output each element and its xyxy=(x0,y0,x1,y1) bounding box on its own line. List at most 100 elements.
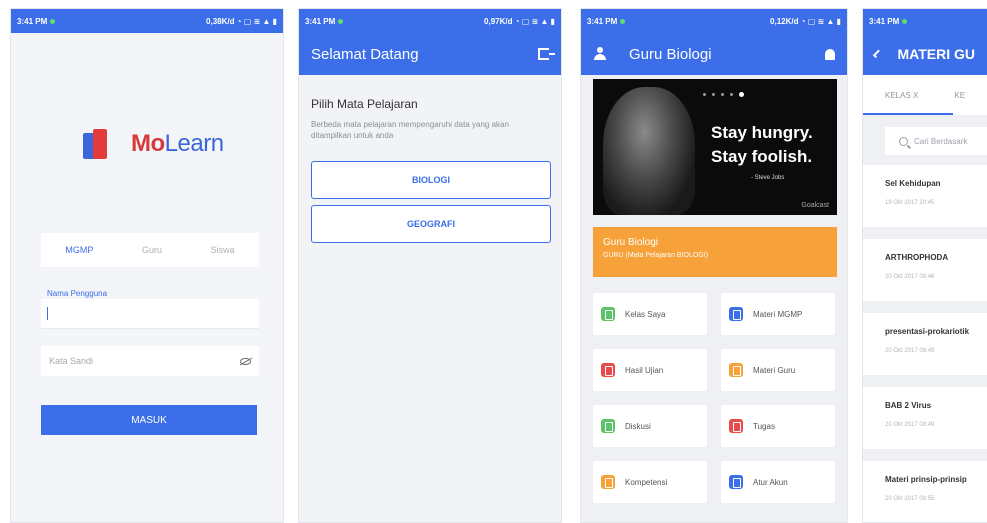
list-item[interactable]: BAB 2 Virus 20 Okt 2017 08:49 xyxy=(863,387,987,449)
menu-kelas-saya[interactable]: Kelas Saya xyxy=(593,293,707,335)
book-logo-icon xyxy=(83,127,109,161)
document-icon xyxy=(729,307,743,321)
role-card: Guru Biologi GURU (Mata Pelajaran BIOLOG… xyxy=(593,227,837,277)
item-date: 20 Okt 2017 08:46 xyxy=(885,274,935,280)
password-placeholder: Kata Sandi xyxy=(49,356,94,366)
logo-learn: Learn xyxy=(164,130,224,157)
document-icon xyxy=(729,363,743,377)
role-tab-siswa[interactable]: Siswa xyxy=(211,245,235,255)
list-item[interactable]: presentasi-prokariotik 20 Okt 2017 08:49 xyxy=(863,313,987,375)
menu-materi-guru[interactable]: Materi Guru xyxy=(721,349,835,391)
menu-label: Materi Guru xyxy=(753,365,796,375)
menu-label: Diskusi xyxy=(625,421,651,431)
home-screen: 3:41 PM 0,12K/d ◔ ▢ ≋ ▲ ▮ Guru Biologi S… xyxy=(580,8,848,523)
app-bar: MATERI GU xyxy=(863,33,987,75)
status-bar: 3:41 PM 0,38K/d ◔ ▢ ≋ ▲ ▮ xyxy=(11,9,283,33)
logo-mo: Mo xyxy=(131,130,165,157)
login-screen: 3:41 PM 0,38K/d ◔ ▢ ≋ ▲ ▮ MoLearn MGMP G… xyxy=(10,8,284,523)
menu-label: Atur Akun xyxy=(753,477,788,487)
search-icon xyxy=(899,136,908,146)
status-indicator-icon xyxy=(50,18,56,24)
item-name: ARTHROPHODA xyxy=(885,253,949,262)
password-input[interactable]: Kata Sandi xyxy=(41,346,259,376)
status-indicator-icon xyxy=(902,18,908,24)
status-bar: 3:41 PM 0,12K/d ◔ ▢ ≋ ▲ ▮ xyxy=(581,9,847,33)
menu-kompetensi[interactable]: Kompetensi xyxy=(593,461,707,503)
carousel-indicator xyxy=(703,92,744,97)
status-right: 0,97K/d ◔ ▢ ≋ ▲ ▮ xyxy=(484,16,555,26)
menu-label: Hasil Ujian xyxy=(625,365,664,375)
menu-tugas[interactable]: Tugas xyxy=(721,405,835,447)
status-right: 0,12K/d ◔ ▢ ≋ ▲ ▮ xyxy=(770,16,841,26)
role-tab-mgmp[interactable]: MGMP xyxy=(65,245,93,255)
status-bar: 3:41 PM xyxy=(863,9,987,33)
app-logo: MoLearn xyxy=(83,127,224,161)
menu-label: Materi MGMP xyxy=(753,309,803,319)
status-indicator-icon xyxy=(338,18,344,24)
status-time: 3:41 PM xyxy=(305,16,336,26)
page-title: Selamat Datang xyxy=(311,45,419,63)
bell-icon[interactable] xyxy=(825,48,835,60)
banner-quote-line2: Stay foolish. xyxy=(711,147,813,166)
status-time: 3:41 PM xyxy=(587,16,618,26)
banner-carousel[interactable]: Stay hungry. Stay foolish. - Steve Jobs … xyxy=(593,79,837,215)
app-bar: Guru Biologi xyxy=(581,33,847,75)
subject-geografi-button[interactable]: GEOGRAFI xyxy=(311,205,551,243)
menu-hasil-ujian[interactable]: Hasil Ujian xyxy=(593,349,707,391)
subject-heading: Pilih Mata Pelajaran xyxy=(311,97,418,111)
search-placeholder: Cari Berdasark xyxy=(914,136,968,146)
app-name: MoLearn xyxy=(131,130,224,158)
chat-icon xyxy=(601,419,615,433)
eye-off-icon[interactable] xyxy=(240,357,251,365)
tab-kelas-x[interactable]: KELAS X xyxy=(885,91,918,100)
item-name: Materi prinsip-prinsip xyxy=(885,475,967,484)
class-tabs: KELAS X KE xyxy=(863,75,987,115)
tab-next[interactable]: KE xyxy=(954,91,965,100)
item-date: 19 Okt 2017 20:45 xyxy=(885,200,935,206)
role-card-title: Guru Biologi xyxy=(603,237,659,248)
page-title: Guru Biologi xyxy=(629,45,712,63)
page-title: MATERI GU xyxy=(897,46,975,62)
logout-icon[interactable] xyxy=(538,48,555,60)
subject-description: Berbeda mata pelajaran mempengaruhi data… xyxy=(311,120,509,140)
app-bar: Selamat Datang xyxy=(299,33,561,75)
search-input[interactable]: Cari Berdasark xyxy=(885,127,987,155)
banner-author: - Steve Jobs xyxy=(751,175,785,181)
menu-label: Kelas Saya xyxy=(625,309,666,319)
status-right: 0,38K/d ◔ ▢ ≋ ▲ ▮ xyxy=(206,16,277,26)
item-name: BAB 2 Virus xyxy=(885,401,932,410)
text-caret xyxy=(47,307,48,320)
list-item[interactable]: ARTHROPHODA 20 Okt 2017 08:46 xyxy=(863,239,987,301)
subject-biologi-button[interactable]: BIOLOGI xyxy=(311,161,551,199)
item-date: 20 Okt 2017 08:55 xyxy=(885,496,935,502)
menu-label: Kompetensi xyxy=(625,477,668,487)
account-icon xyxy=(729,475,743,489)
item-name: Sel Kehidupan xyxy=(885,179,941,188)
role-card-subtitle: GURU (Mata Pelajaran BIOLOGI) xyxy=(603,252,709,259)
competence-icon xyxy=(601,475,615,489)
role-selector: MGMP Guru Siswa xyxy=(41,233,259,267)
status-indicator-icon xyxy=(620,18,626,24)
item-date: 20 Okt 2017 08:49 xyxy=(885,422,935,428)
materials-list: Sel Kehidupan 19 Okt 2017 20:45 ARTHROPHO… xyxy=(863,165,987,522)
item-date: 20 Okt 2017 08:49 xyxy=(885,348,935,354)
login-button[interactable]: MASUK xyxy=(41,405,257,435)
subject-body: Pilih Mata Pelajaran Berbeda mata pelaja… xyxy=(299,75,561,271)
task-icon xyxy=(729,419,743,433)
exam-icon xyxy=(601,363,615,377)
status-bar: 3:41 PM 0,97K/d ◔ ▢ ≋ ▲ ▮ xyxy=(299,9,561,33)
back-icon[interactable] xyxy=(872,49,882,59)
role-tab-guru[interactable]: Guru xyxy=(142,245,162,255)
list-item[interactable]: Sel Kehidupan 19 Okt 2017 20:45 xyxy=(863,165,987,227)
list-item[interactable]: Materi prinsip-prinsip 20 Okt 2017 08:55 xyxy=(863,461,987,522)
menu-diskusi[interactable]: Diskusi xyxy=(593,405,707,447)
profile-icon[interactable] xyxy=(593,47,607,61)
username-input[interactable] xyxy=(41,299,259,329)
menu-atur-akun[interactable]: Atur Akun xyxy=(721,461,835,503)
materials-screen: 3:41 PM MATERI GU KELAS X KE Cari Berdas… xyxy=(862,8,987,523)
menu-label: Tugas xyxy=(753,421,775,431)
app-screenshots: 3:41 PM 0,38K/d ◔ ▢ ≋ ▲ ▮ MoLearn MGMP G… xyxy=(0,0,987,523)
banner-quote-line1: Stay hungry. xyxy=(711,123,813,142)
menu-materi-mgmp[interactable]: Materi MGMP xyxy=(721,293,835,335)
status-time: 3:41 PM xyxy=(869,16,900,26)
